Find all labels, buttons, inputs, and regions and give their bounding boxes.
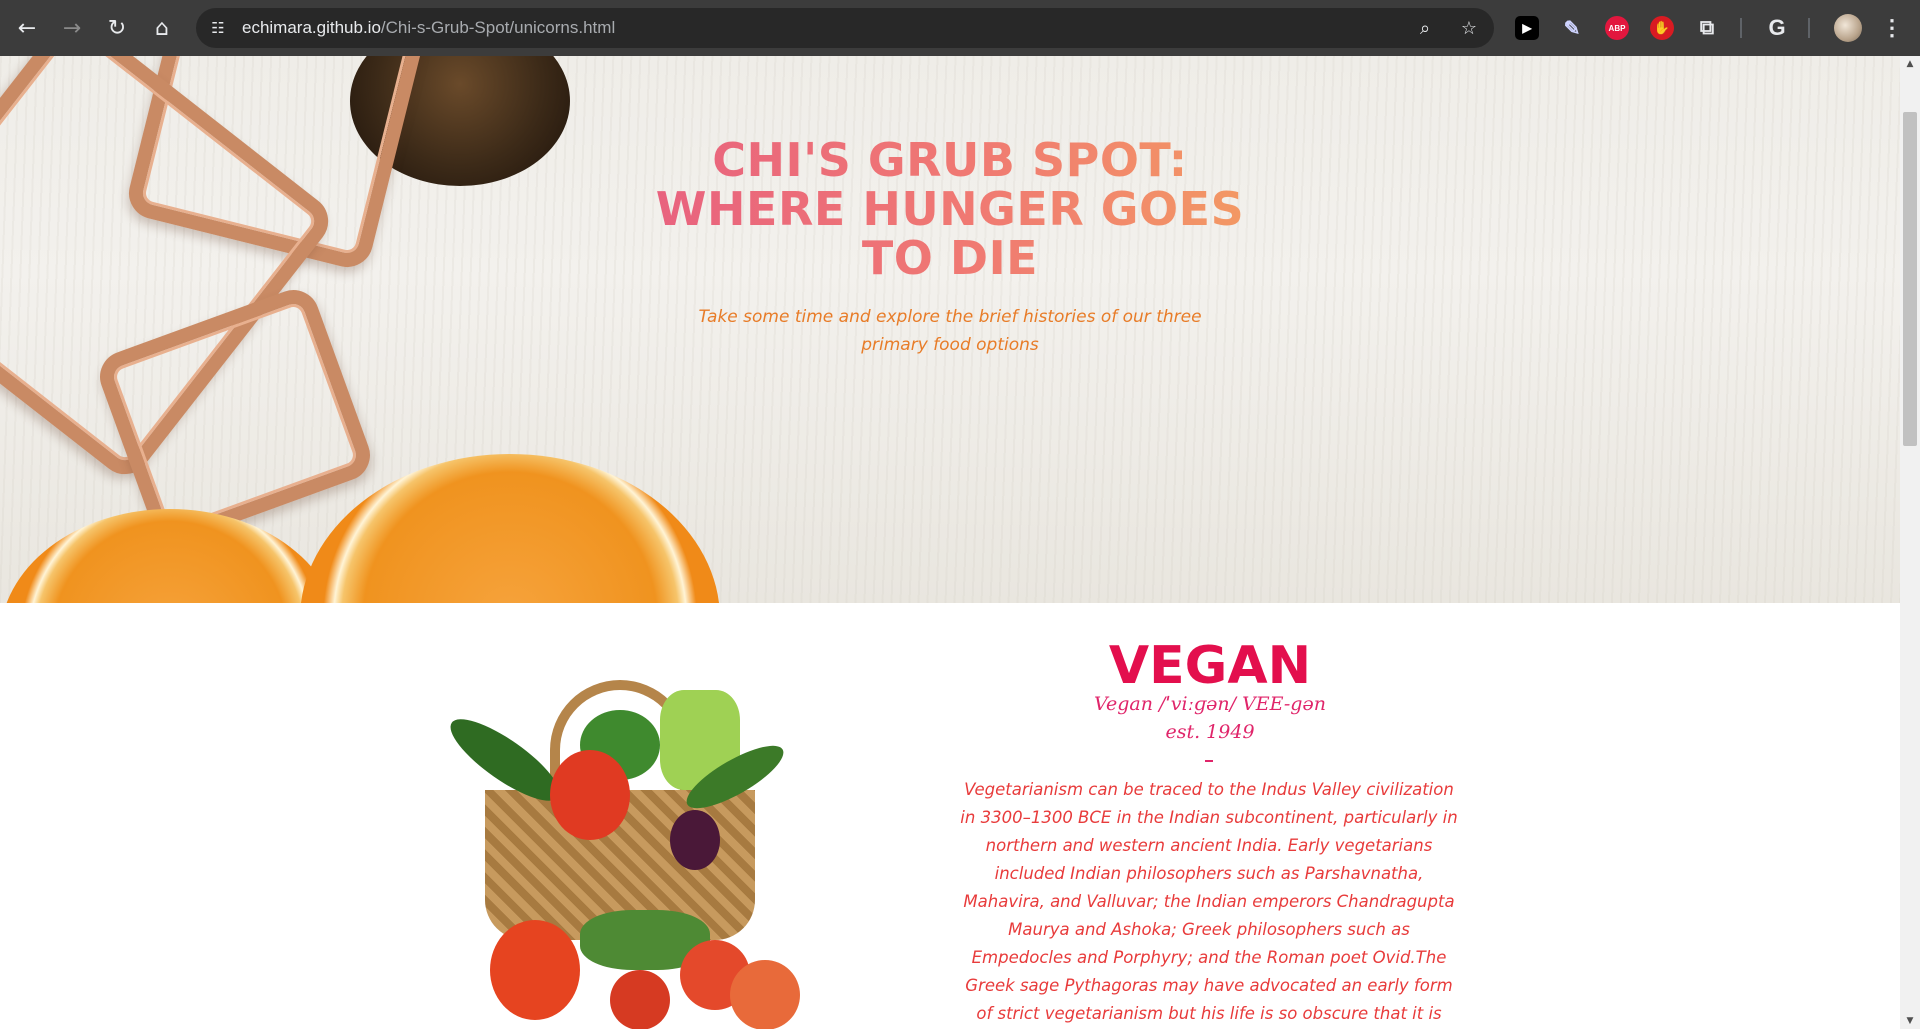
page-viewport: CHI'S GRUB SPOT: WHERE HUNGER GOES TO DI… xyxy=(0,56,1900,1029)
menu-dots-icon[interactable]: ⋮ xyxy=(1880,15,1904,40)
eyedropper-extension-icon[interactable]: ✎ xyxy=(1560,16,1584,40)
back-arrow-icon[interactable]: ← xyxy=(9,10,45,46)
apple xyxy=(730,960,800,1029)
bookmark-star-icon[interactable]: ☆ xyxy=(1458,17,1480,39)
url-text[interactable]: echimara.github.io/Chi-s-Grub-Spot/unico… xyxy=(242,18,615,38)
section-body-text: Vegetarianism can be traced to the Indus… xyxy=(960,780,1458,1023)
red-pepper xyxy=(550,750,630,840)
site-info-icon[interactable]: ☷ xyxy=(206,16,230,40)
reload-icon[interactable]: ↻ xyxy=(99,10,135,46)
address-bar[interactable]: ☷ echimara.github.io/Chi-s-Grub-Spot/uni… xyxy=(196,8,1494,48)
url-host: echimara.github.io xyxy=(242,18,381,37)
scroll-up-arrow-icon[interactable]: ▲ xyxy=(1900,56,1920,72)
orange-slice-image xyxy=(300,454,720,603)
adblock-plus-icon[interactable]: ABP xyxy=(1605,16,1629,40)
home-icon[interactable]: ⌂ xyxy=(144,10,180,46)
url-path: /Chi-s-Grub-Spot/unicorns.html xyxy=(380,18,616,37)
hero-banner: CHI'S GRUB SPOT: WHERE HUNGER GOES TO DI… xyxy=(0,56,1900,603)
hero-subtitle: Take some time and explore the brief his… xyxy=(698,307,1202,355)
tomato xyxy=(610,970,670,1029)
scrollbar-thumb[interactable] xyxy=(1903,112,1917,446)
vertical-scrollbar[interactable]: ▲ ▼ xyxy=(1900,56,1920,1029)
vegetable-basket-image xyxy=(430,680,810,1029)
play-extension-icon[interactable]: ▶ xyxy=(1515,16,1539,40)
section-divider xyxy=(1205,760,1213,762)
established-text: est. 1949 xyxy=(1165,721,1255,743)
orange-slice-image xyxy=(0,509,340,603)
extensions-puzzle-icon[interactable]: ⧉ xyxy=(1695,16,1719,40)
forward-arrow-icon[interactable]: → xyxy=(54,10,90,46)
eggplant xyxy=(670,810,720,870)
toolbar-separator xyxy=(1808,18,1810,38)
hand-stop-extension-icon[interactable]: ✋ xyxy=(1650,16,1674,40)
browser-toolbar: ← → ↻ ⌂ ☷ echimara.github.io/Chi-s-Grub-… xyxy=(0,0,1920,56)
red-pepper xyxy=(490,920,580,1020)
pronunciation-text: Vegan /ˈviːɡən/ VEE-gən xyxy=(1094,693,1326,715)
google-icon[interactable]: G xyxy=(1765,15,1789,40)
profile-avatar[interactable] xyxy=(1834,14,1862,42)
toolbar-separator xyxy=(1740,18,1742,38)
hero-title: CHI'S GRUB SPOT: WHERE HUNGER GOES TO DI… xyxy=(640,136,1260,283)
scroll-down-arrow-icon[interactable]: ▼ xyxy=(1900,1013,1920,1029)
section-title: VEGAN xyxy=(1108,636,1312,696)
zoom-icon[interactable]: ⌕ xyxy=(1414,17,1436,39)
